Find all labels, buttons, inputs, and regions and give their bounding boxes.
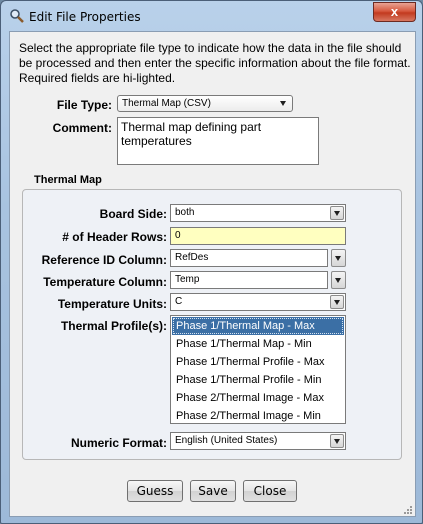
- list-item[interactable]: Phase 1/Thermal Profile - Min: [172, 371, 344, 389]
- window-close-button[interactable]: x: [373, 2, 416, 22]
- reference-id-column-label: Reference ID Column:: [41, 253, 167, 267]
- comment-value: Thermal map defining part temperatures: [121, 120, 262, 148]
- chevron-down-icon: [330, 206, 344, 220]
- board-side-label: Board Side:: [99, 207, 167, 221]
- board-side-select[interactable]: both: [170, 204, 346, 222]
- list-item[interactable]: Phase 2/Thermal Image - Min: [172, 407, 344, 425]
- magnifier-icon: [9, 8, 25, 24]
- dialog-body: Select the appropriate file type to indi…: [9, 31, 416, 517]
- save-button[interactable]: Save: [190, 480, 236, 502]
- comment-label: Comment:: [52, 121, 112, 135]
- list-item[interactable]: Phase 1/Thermal Map - Min: [172, 335, 344, 353]
- list-item[interactable]: Phase 1/Thermal Profile - Max: [172, 353, 344, 371]
- numeric-format-select[interactable]: English (United States): [170, 432, 346, 450]
- comment-textarea[interactable]: Thermal map defining part temperatures: [117, 117, 319, 165]
- temperature-column-dropdown-button[interactable]: [331, 271, 346, 289]
- temperature-column-label: Temperature Column:: [43, 275, 167, 289]
- thermal-profiles-label: Thermal Profile(s):: [60, 319, 167, 333]
- chevron-down-icon: [277, 97, 291, 111]
- chevron-down-icon: [330, 295, 344, 309]
- list-item[interactable]: Phase 2/Thermal Image - Max: [172, 389, 344, 407]
- temperature-units-value: C: [175, 296, 183, 307]
- thermal-map-group-title: Thermal Map: [34, 174, 102, 186]
- close-button[interactable]: Close: [243, 480, 297, 502]
- header-rows-label: # of Header Rows:: [62, 230, 167, 244]
- list-item[interactable]: Phase 1/Thermal Map - Max: [172, 317, 344, 335]
- temperature-column-input[interactable]: Temp: [170, 271, 328, 289]
- reference-id-column-input[interactable]: RefDes: [170, 249, 328, 267]
- file-type-select[interactable]: Thermal Map (CSV): [117, 95, 293, 112]
- window-title: Edit File Properties: [29, 10, 141, 24]
- title-bar[interactable]: Edit File Properties x: [1, 1, 422, 31]
- board-side-value: both: [175, 207, 195, 218]
- header-rows-input[interactable]: 0: [170, 227, 346, 245]
- temperature-units-select[interactable]: C: [170, 293, 346, 311]
- guess-button[interactable]: Guess: [127, 480, 183, 502]
- edit-file-properties-window: Edit File Properties x Select the approp…: [0, 0, 423, 524]
- thermal-profiles-listbox[interactable]: Phase 1/Thermal Map - Max Phase 1/Therma…: [170, 315, 346, 424]
- numeric-format-value: English (United States): [175, 435, 278, 446]
- chevron-down-icon: [330, 434, 344, 448]
- reference-id-dropdown-button[interactable]: [331, 249, 346, 267]
- file-type-value: Thermal Map (CSV): [122, 98, 211, 109]
- numeric-format-label: Numeric Format:: [70, 436, 167, 450]
- resize-grip-icon[interactable]: [403, 504, 413, 514]
- temperature-units-label: Temperature Units:: [57, 297, 167, 311]
- intro-text: Select the appropriate file type to indi…: [19, 41, 411, 85]
- file-type-label: File Type:: [56, 98, 112, 112]
